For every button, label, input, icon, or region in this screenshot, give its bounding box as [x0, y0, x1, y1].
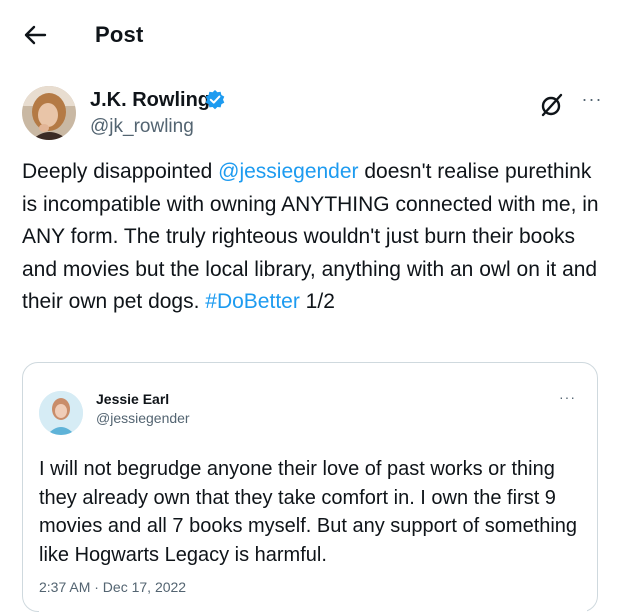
quoted-timestamp: 2:37 AM · Dec 17, 2022 — [39, 579, 187, 595]
page-title: Post — [95, 22, 144, 47]
grok-icon[interactable] — [539, 92, 565, 118]
mention-link[interactable]: @jessiegender — [218, 160, 358, 183]
post-text-part: Deeply disappointed — [22, 160, 219, 183]
quoted-author-name: Jessie Earl — [96, 391, 170, 407]
author-avatar[interactable] — [22, 86, 76, 140]
more-options-button[interactable]: ··· — [578, 88, 606, 112]
verified-badge-icon — [205, 90, 225, 110]
author-handle[interactable]: @jk_rowling — [90, 116, 194, 138]
arrow-left-icon — [24, 25, 47, 45]
quoted-more-icon: ··· — [559, 389, 576, 405]
quoted-author-handle: @jessiegender — [96, 410, 190, 426]
quoted-author-avatar — [39, 391, 83, 435]
top-bar: Post — [0, 0, 621, 70]
post-author-row: J.K. Rowling @jk_rowling ··· — [22, 84, 602, 144]
back-button[interactable] — [18, 20, 52, 50]
quoted-post-screenshot: Jessie Earl @jessiegender ··· I will not… — [39, 379, 587, 613]
post-text-part: 1/2 — [299, 290, 335, 313]
quoted-post-card[interactable]: Jessie Earl @jessiegender ··· I will not… — [22, 362, 598, 613]
hashtag-link[interactable]: #DoBetter — [205, 290, 300, 313]
author-name[interactable]: J.K. Rowling — [90, 89, 210, 112]
quoted-post-text: I will not begrudge anyone their love of… — [39, 458, 578, 566]
post-body: Deeply disappointed @jessiegender doesn'… — [22, 156, 602, 319]
